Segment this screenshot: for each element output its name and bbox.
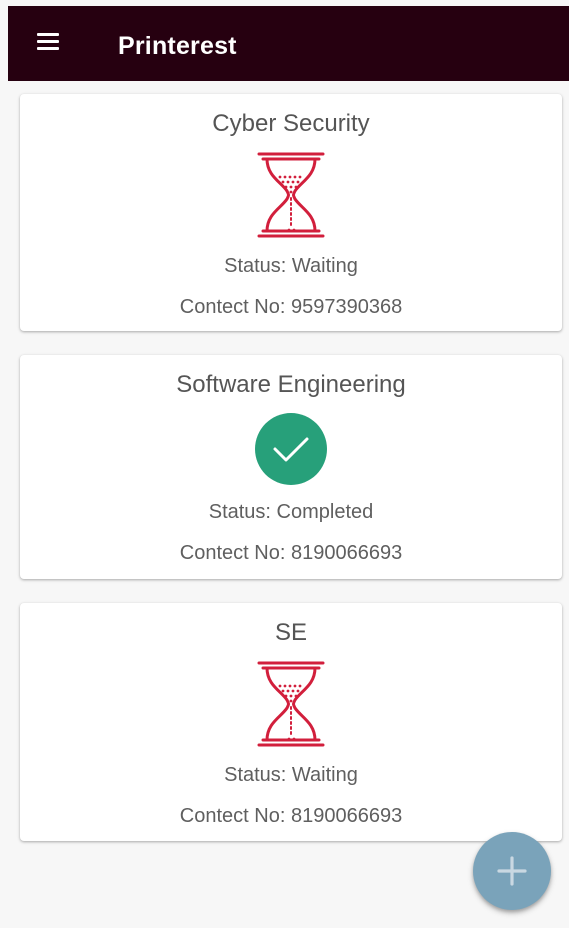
- hourglass-icon: [257, 152, 325, 238]
- order-status: Status: Waiting: [224, 764, 358, 786]
- app-title: Printerest: [118, 32, 237, 60]
- order-status: Status: Waiting: [224, 255, 358, 277]
- menu-button[interactable]: [32, 26, 64, 58]
- order-card-se[interactable]: SE Status: Waiting Contect No: 819006669…: [20, 603, 562, 841]
- menu-icon-line-bottom: [37, 47, 59, 50]
- app-bar: Printerest: [8, 6, 569, 81]
- order-title: SE: [274, 619, 307, 646]
- menu-icon-line-top: [37, 33, 59, 36]
- order-title: Software Engineering: [176, 371, 406, 398]
- order-card-software-engineering[interactable]: Software Engineering Status: Completed C…: [20, 355, 562, 579]
- plus-icon: [497, 856, 527, 886]
- app-screen: Printerest Cyber Security Status: Waitin…: [0, 0, 569, 928]
- order-status: Status: Completed: [208, 501, 374, 523]
- order-contact-number: Contect No: 8190066693: [179, 805, 403, 827]
- order-title: Cyber Security: [212, 110, 370, 137]
- check-circle-icon: [255, 413, 327, 485]
- order-contact-number: Contect No: 8190066693: [179, 542, 403, 564]
- menu-icon-line-middle: [37, 40, 59, 43]
- order-contact-number: Contect No: 9597390368: [179, 296, 403, 318]
- add-order-button[interactable]: [473, 832, 551, 910]
- hourglass-icon: [257, 661, 325, 747]
- order-card-cyber-security[interactable]: Cyber Security Status: Waiting Contect N…: [20, 94, 562, 331]
